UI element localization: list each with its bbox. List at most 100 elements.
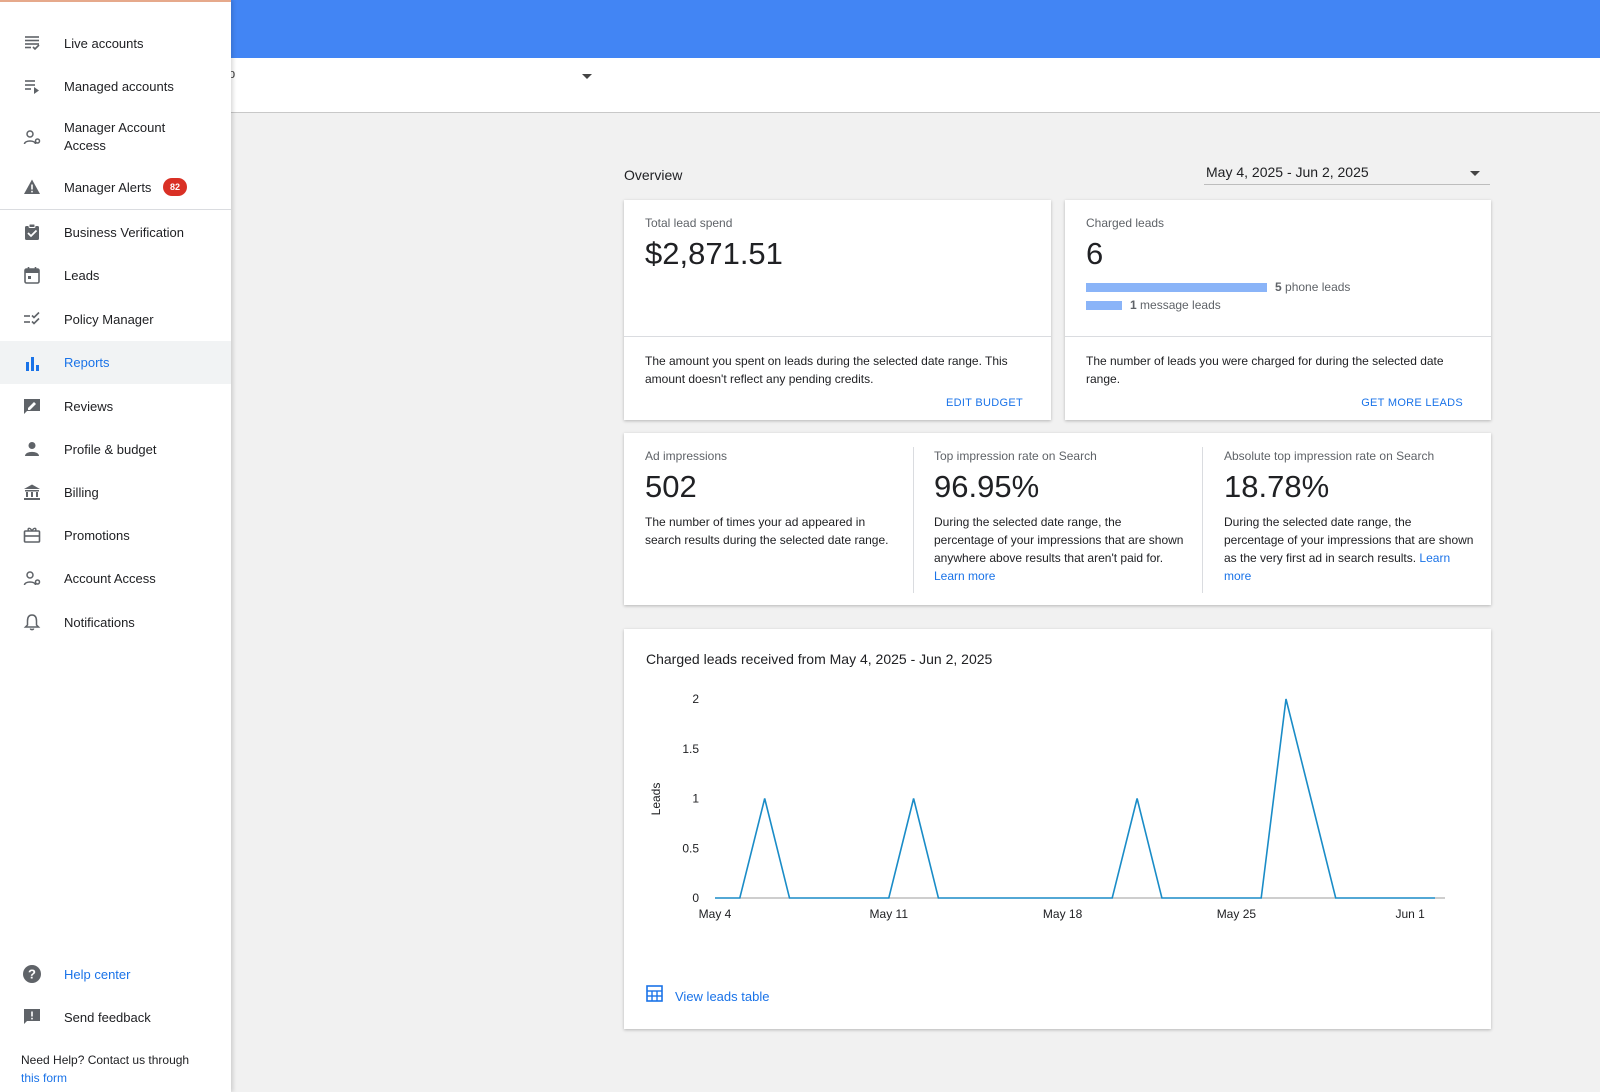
- account-selector-caret-icon[interactable]: [582, 74, 592, 79]
- edit-budget-button[interactable]: EDIT BUDGET: [946, 397, 1023, 409]
- warning-icon: [22, 177, 42, 197]
- sidebar-item-label: Manager Account Access: [64, 120, 166, 153]
- total-lead-spend-card: Total lead spend $2,871.51 The amount yo…: [624, 200, 1051, 420]
- bank-icon: [22, 482, 42, 502]
- total-lead-spend-value: $2,871.51: [645, 236, 783, 271]
- sidebar-item-label: Business Verification: [64, 225, 184, 240]
- charged-leads-chart-card: Charged leads received from May 4, 2025 …: [624, 629, 1491, 1029]
- sidebar-item-label: Billing: [64, 485, 99, 500]
- managed-accounts-icon: [22, 76, 42, 96]
- view-leads-table-link[interactable]: View leads table: [646, 985, 769, 1007]
- sidebar-item-label: Account Access: [64, 571, 156, 586]
- sidebar-item-billing[interactable]: Billing: [0, 473, 231, 511]
- get-more-leads-button[interactable]: GET MORE LEADS: [1361, 397, 1463, 409]
- metric-divider: [913, 447, 914, 593]
- sidebar-item-live-accounts[interactable]: Live accounts: [0, 24, 231, 62]
- view-leads-table-label: View leads table: [675, 988, 770, 1004]
- sidebar-item-label: Help center: [64, 967, 131, 982]
- app-header-bar: [0, 0, 1600, 58]
- sidebar-item-policy-manager[interactable]: Policy Manager: [0, 300, 231, 338]
- message-leads-text: 1 message leads: [1130, 298, 1221, 312]
- help-icon: ?: [22, 964, 42, 984]
- metric-divider: [1202, 447, 1203, 593]
- gift-icon: [22, 525, 42, 545]
- ad-impressions-metric: Ad impressions 502 The number of times y…: [645, 433, 895, 605]
- help-contact-text: Need Help? Contact us through this form: [21, 1051, 221, 1087]
- learn-more-link[interactable]: Learn more: [934, 569, 995, 583]
- card-divider: [624, 336, 1051, 337]
- metric-title: Ad impressions: [645, 449, 728, 463]
- table-icon: [646, 985, 663, 1007]
- verification-icon: [22, 222, 42, 242]
- y-tick-label: 1.5: [682, 742, 699, 756]
- bar-chart-icon: [22, 353, 42, 373]
- account-access-icon: [22, 568, 42, 588]
- sidebar-item-label: Managed accounts: [64, 79, 174, 94]
- account-selector-bar: p: [0, 58, 1600, 113]
- sidebar-item-reports[interactable]: Reports: [0, 341, 231, 384]
- chevron-down-icon: [1470, 171, 1480, 176]
- charged-leads-card: Charged leads 6 5 phone leads 1 message …: [1065, 200, 1491, 420]
- sidebar-item-label: Leads: [64, 268, 100, 283]
- message-leads-label: message leads: [1140, 298, 1221, 312]
- help-contact-label: Need Help? Contact us through: [21, 1053, 190, 1067]
- y-tick-label: 2: [692, 692, 699, 706]
- y-tick-label: 0.5: [682, 841, 699, 855]
- manager-access-icon: [22, 127, 42, 147]
- sidebar-item-help-center[interactable]: ? Help center: [0, 955, 231, 993]
- sidebar-item-account-access[interactable]: Account Access: [0, 559, 231, 597]
- impressions-metrics-card: Ad impressions 502 The number of times y…: [624, 433, 1491, 605]
- sidebar-item-label: Reports: [64, 355, 110, 370]
- phone-leads-bar: [1086, 282, 1267, 292]
- live-accounts-icon: [22, 33, 42, 53]
- sidebar-item-notifications[interactable]: Notifications: [0, 603, 231, 641]
- help-form-link[interactable]: this form: [21, 1069, 221, 1087]
- top-impression-rate-metric: Top impression rate on Search 96.95% Dur…: [934, 433, 1194, 605]
- sidebar-item-business-verification[interactable]: Business Verification: [0, 213, 231, 251]
- policy-icon: [22, 309, 42, 329]
- card-title: Charged leads: [1086, 216, 1165, 230]
- feedback-icon: [22, 1007, 42, 1027]
- sidebar-divider: [0, 209, 231, 210]
- card-divider: [1065, 336, 1491, 337]
- card-description: The number of leads you were charged for…: [1086, 354, 1444, 386]
- sidebar-item-send-feedback[interactable]: Send feedback: [0, 998, 231, 1036]
- metric-description: During the selected date range, the perc…: [934, 513, 1184, 585]
- message-leads-row: 1 message leads: [1086, 298, 1221, 312]
- sidebar-top-accent: [0, 0, 231, 2]
- leads-line-chart: 0 0.5 1 1.5 2 Leads May 4 May 11 May 18 May 25 Jun…: [649, 692, 1445, 921]
- sidebar-item-label: Policy Manager: [64, 312, 154, 327]
- svg-text:?: ?: [28, 967, 36, 982]
- calendar-icon: [22, 265, 42, 285]
- sidebar-item-label: Profile & budget: [64, 442, 157, 457]
- y-axis-label: Leads: [649, 783, 663, 816]
- sidebar-item-reviews[interactable]: Reviews: [0, 387, 231, 425]
- sidebar-item-managed-accounts[interactable]: Managed accounts: [0, 67, 231, 105]
- x-tick-label: May 25: [1217, 907, 1257, 921]
- sidebar-item-manager-account-access[interactable]: Manager Account Access: [0, 115, 231, 159]
- person-icon: [22, 439, 42, 459]
- alerts-count-badge: 82: [163, 178, 187, 196]
- sidebar-item-profile-budget[interactable]: Profile & budget: [0, 430, 231, 468]
- metric-value: 96.95%: [934, 469, 1040, 504]
- metric-value: 502: [645, 469, 697, 504]
- sidebar-item-label: Live accounts: [64, 36, 144, 51]
- message-leads-bar: [1086, 300, 1122, 310]
- absolute-top-impression-rate-metric: Absolute top impression rate on Search 1…: [1224, 433, 1479, 605]
- x-tick-label: May 18: [1043, 907, 1083, 921]
- sidebar-item-leads[interactable]: Leads: [0, 256, 231, 294]
- metric-description: During the selected date range, the perc…: [1224, 513, 1474, 585]
- sidebar-item-manager-alerts[interactable]: Manager Alerts 82: [0, 168, 231, 206]
- sidebar-item-label: Promotions: [64, 528, 130, 543]
- metric-description-text: During the selected date range, the perc…: [934, 515, 1184, 565]
- metric-description: The number of times your ad appeared in …: [645, 515, 889, 547]
- date-range-select[interactable]: May 4, 2025 - Jun 2, 2025: [1204, 160, 1490, 185]
- x-tick-label: May 4: [699, 907, 732, 921]
- leads-series-line: [715, 698, 1435, 899]
- sidebar-item-label: Send feedback: [64, 1010, 151, 1025]
- message-leads-count: 1: [1130, 298, 1137, 312]
- metric-title: Absolute top impression rate on Search: [1224, 449, 1435, 463]
- y-tick-label: 0: [692, 891, 699, 905]
- sidebar-item-promotions[interactable]: Promotions: [0, 516, 231, 554]
- metric-value: 18.78%: [1224, 469, 1330, 504]
